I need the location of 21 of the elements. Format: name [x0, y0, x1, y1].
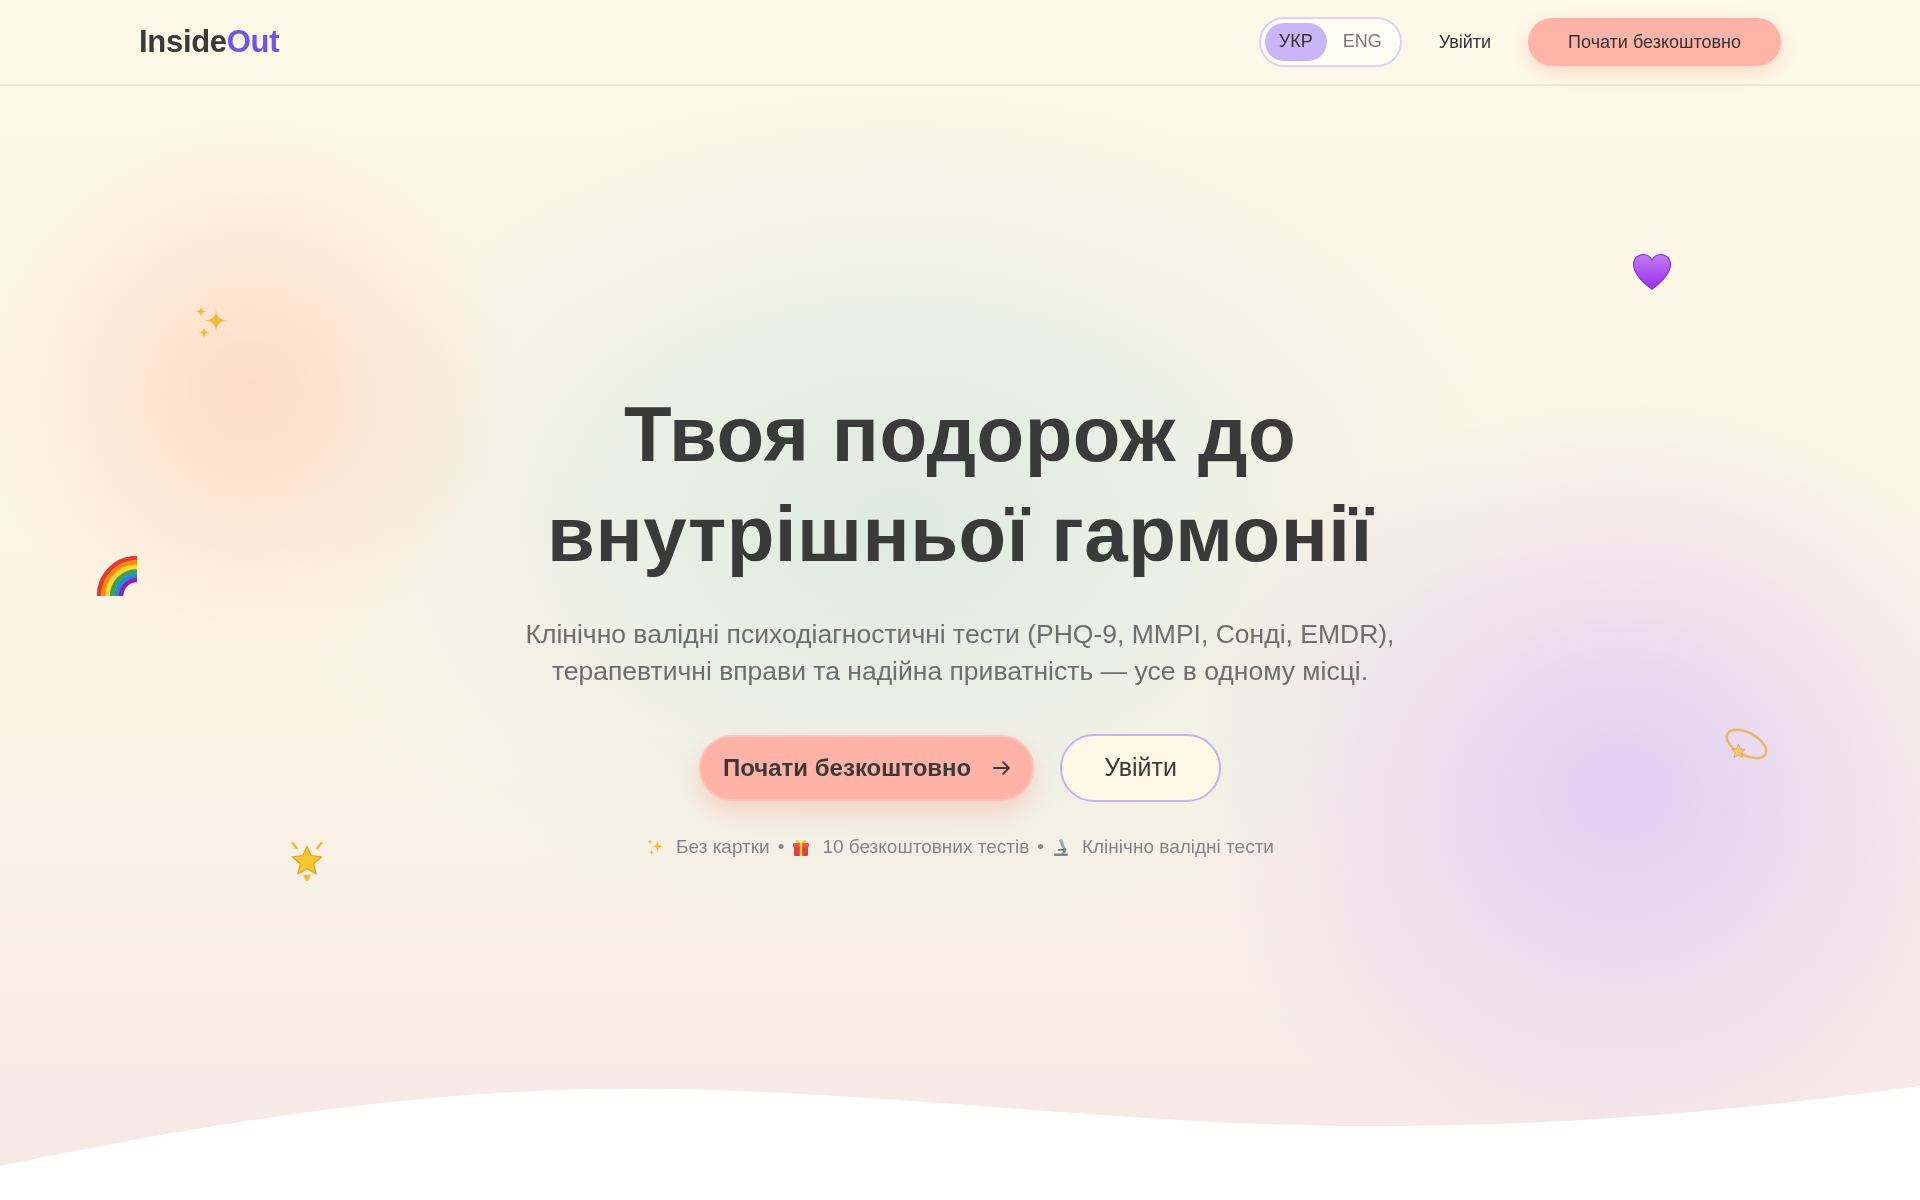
language-tab[interactable]: ENG	[1328, 23, 1396, 61]
hero-title: Твоя подорож до внутрішньої гармонії	[546, 389, 1375, 580]
star-icon	[288, 841, 326, 881]
gift-icon	[792, 838, 811, 856]
heart-icon	[1633, 254, 1671, 290]
logo[interactable]: InsideOut	[139, 18, 280, 66]
microscope-icon	[1051, 838, 1070, 856]
login-button[interactable]: Увійти	[1060, 734, 1221, 802]
perk-text: Клінічно валідні тести	[1081, 835, 1274, 859]
perk-text: 10 безкоштовних тестів	[822, 835, 1030, 859]
perk-text: Без картки	[676, 835, 770, 859]
language-tab[interactable]: УКР	[1264, 23, 1327, 61]
bullet-separator: •	[777, 835, 785, 859]
sparkles-icon	[646, 838, 665, 856]
rainbow-icon	[96, 556, 137, 598]
arrow-right-icon	[993, 761, 1011, 775]
login-link[interactable]: Увійти	[1438, 28, 1492, 56]
bullet-separator: •	[1037, 835, 1044, 859]
start-free-button[interactable]: Почати безкоштовно	[699, 735, 1035, 801]
hero-subtitle: Клінічно валідні психодіагностичні тести (PHQ-9, MMPI, Сонді, EMDR), терапевтичні вправи та надійна приватність — усе в одному місці.	[524, 618, 1396, 688]
start-free-button[interactable]: Почати безкоштовно	[1528, 18, 1781, 66]
